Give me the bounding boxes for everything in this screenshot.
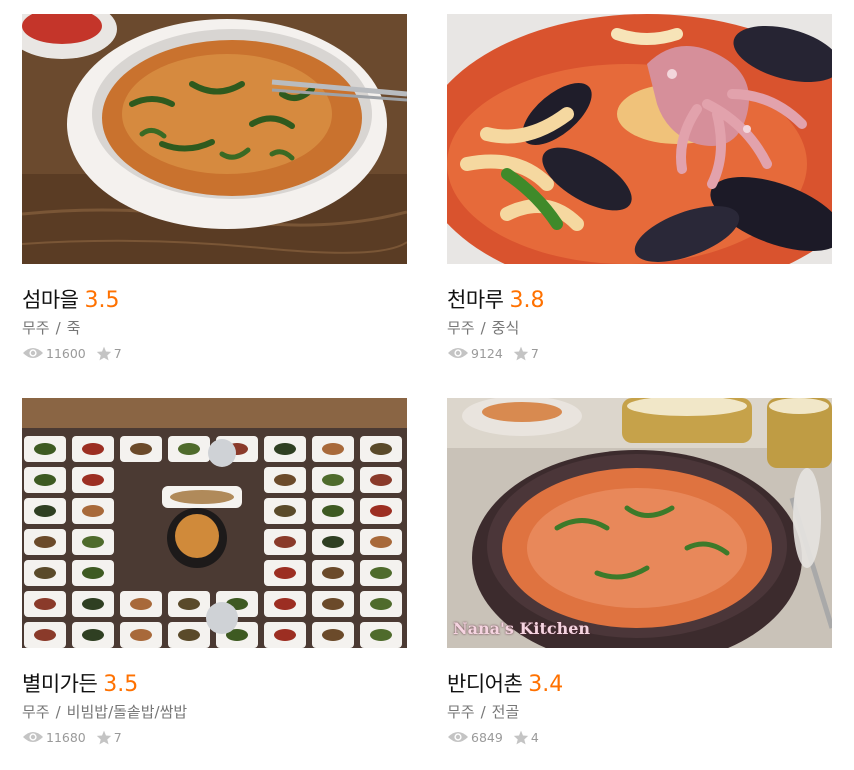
view-count: 11600 <box>22 346 86 361</box>
view-count-value: 9124 <box>471 345 503 361</box>
restaurant-rating: 3.5 <box>103 672 139 697</box>
favorite-count: 7 <box>96 730 122 745</box>
favorite-count-value: 4 <box>530 729 539 745</box>
restaurant-card[interactable]: 천마루 3.8 무주 / 중식 9124 7 <box>447 14 832 361</box>
category: 비빔밥/돌솥밥/쌈밥 <box>66 703 188 721</box>
star-icon <box>513 346 528 360</box>
restaurant-meta: 무주 / 죽 <box>22 318 407 338</box>
eye-icon <box>23 348 43 358</box>
title-row: 천마루 3.8 <box>447 286 832 314</box>
region: 무주 <box>447 703 475 721</box>
region: 무주 <box>22 703 50 721</box>
restaurant-rating: 3.8 <box>509 288 545 313</box>
favorite-count: 7 <box>96 346 122 361</box>
separator: / <box>55 319 61 337</box>
view-count: 11680 <box>22 730 86 745</box>
eye-icon <box>448 348 468 358</box>
photo-watermark: Nana's Kitchen <box>453 619 591 638</box>
title-row: 별미가든 3.5 <box>22 670 407 698</box>
restaurant-card[interactable]: Nana's Kitchen 반디어촌 3.4 무주 / 전골 6849 4 <box>447 398 832 745</box>
restaurant-photo[interactable] <box>22 398 407 648</box>
restaurant-stats: 9124 7 <box>447 345 832 361</box>
favorite-count-value: 7 <box>113 345 122 361</box>
restaurant-name[interactable]: 섬마을 <box>22 288 79 312</box>
eye-icon <box>448 732 468 742</box>
region: 무주 <box>447 319 475 337</box>
view-count-value: 11600 <box>46 345 86 361</box>
restaurant-photo[interactable]: Nana's Kitchen <box>447 398 832 648</box>
favorite-count: 4 <box>513 730 539 745</box>
category: 중식 <box>491 319 520 337</box>
restaurant-stats: 11680 7 <box>22 729 407 745</box>
eye-icon <box>23 732 43 742</box>
star-icon <box>96 730 111 744</box>
restaurant-card[interactable]: 별미가든 3.5 무주 / 비빔밥/돌솥밥/쌈밥 11680 7 <box>22 398 407 745</box>
view-count: 6849 <box>447 730 503 745</box>
title-row: 반디어촌 3.4 <box>447 670 832 698</box>
restaurant-photo[interactable] <box>22 14 407 264</box>
restaurant-meta: 무주 / 전골 <box>447 702 832 722</box>
restaurant-stats: 6849 4 <box>447 729 832 745</box>
restaurant-meta: 무주 / 중식 <box>447 318 832 338</box>
restaurant-name[interactable]: 반디어촌 <box>447 672 523 696</box>
restaurant-meta: 무주 / 비빔밥/돌솥밥/쌈밥 <box>22 702 407 722</box>
star-icon <box>513 730 528 744</box>
title-row: 섬마을 3.5 <box>22 286 407 314</box>
separator: / <box>480 703 486 721</box>
restaurant-name[interactable]: 천마루 <box>447 288 504 312</box>
restaurant-rating: 3.5 <box>84 288 120 313</box>
category: 전골 <box>491 703 520 721</box>
restaurant-rating: 3.4 <box>528 672 564 697</box>
restaurant-grid: 섬마을 3.5 무주 / 죽 11600 7 천마루 3.8 무주 / 중식 9… <box>0 0 854 770</box>
view-count-value: 6849 <box>471 729 503 745</box>
restaurant-stats: 11600 7 <box>22 345 407 361</box>
favorite-count-value: 7 <box>530 345 539 361</box>
favorite-count-value: 7 <box>113 729 122 745</box>
category: 죽 <box>66 319 81 337</box>
restaurant-name[interactable]: 별미가든 <box>22 672 98 696</box>
view-count: 9124 <box>447 346 503 361</box>
separator: / <box>480 319 486 337</box>
star-icon <box>96 346 111 360</box>
favorite-count: 7 <box>513 346 539 361</box>
view-count-value: 11680 <box>46 729 86 745</box>
separator: / <box>55 703 61 721</box>
restaurant-photo[interactable] <box>447 14 832 264</box>
restaurant-card[interactable]: 섬마을 3.5 무주 / 죽 11600 7 <box>22 14 407 361</box>
region: 무주 <box>22 319 50 337</box>
